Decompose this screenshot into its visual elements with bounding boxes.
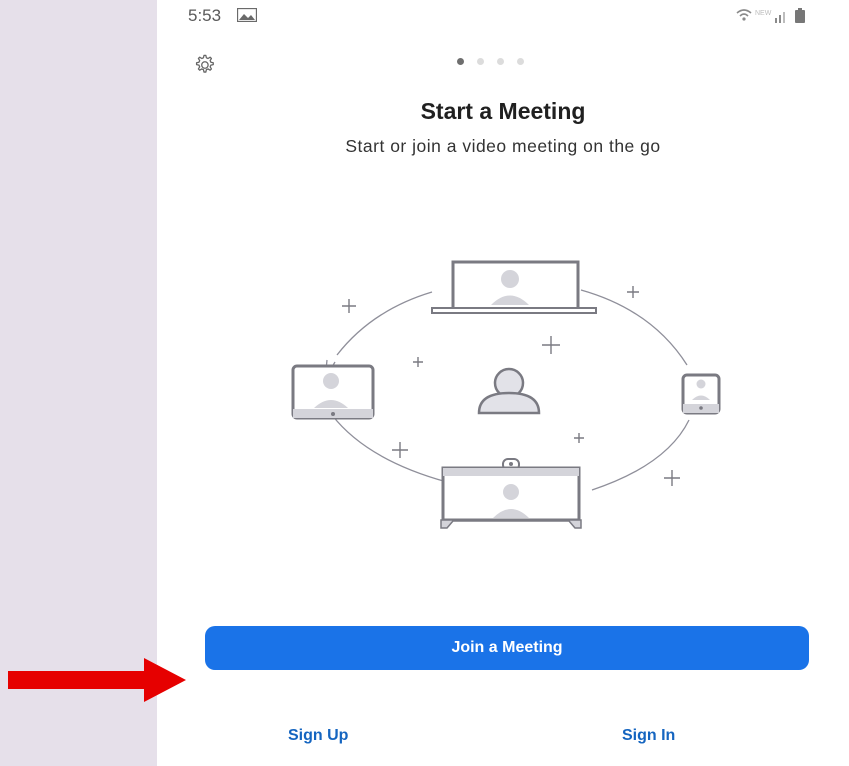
status-right-icons: NEW [736, 8, 805, 23]
sign-up-link[interactable]: Sign Up [288, 727, 348, 745]
conference-camera-icon [440, 458, 582, 529]
page-dot [497, 58, 504, 65]
sign-in-link[interactable]: Sign In [622, 727, 675, 745]
tablet-icon [291, 364, 375, 420]
page-dot-active [457, 58, 464, 65]
onboarding-subtitle: Start or join a video meeting on the go [345, 136, 661, 156]
join-meeting-button[interactable]: Join a Meeting [205, 626, 809, 670]
gear-icon[interactable] [193, 54, 215, 76]
network-label: NEW [755, 10, 772, 17]
battery-icon [795, 8, 805, 23]
left-background-panel [0, 0, 157, 766]
laptop-icon [431, 260, 597, 314]
onboarding-title: Start a Meeting [420, 98, 586, 124]
status-time: 5:53 [188, 6, 222, 25]
page-dot [517, 58, 524, 65]
page-dot [477, 58, 484, 65]
image-icon [237, 8, 257, 22]
red-arrow-icon [8, 658, 186, 702]
status-bar: 5:53 NEW [157, 0, 849, 28]
person-icon [477, 367, 541, 415]
signal-icon [775, 12, 785, 23]
page-indicator [457, 58, 524, 65]
phone-icon [681, 373, 721, 415]
wifi-icon [736, 9, 752, 21]
devices-meeting-illustration [291, 260, 721, 529]
phone-screen: 5:53 NEW Start a Meeting Start or join a… [157, 0, 849, 766]
